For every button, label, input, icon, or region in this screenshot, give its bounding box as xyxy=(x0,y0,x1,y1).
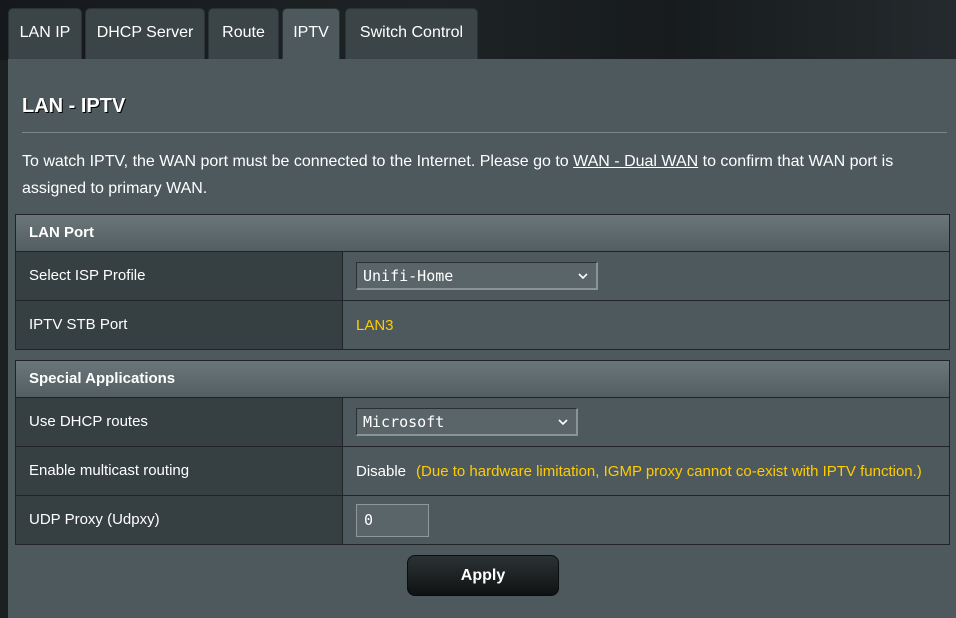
dhcp-routes-selected: Microsoft xyxy=(363,413,445,431)
tab-dhcp-server[interactable]: DHCP Server xyxy=(85,8,205,59)
lan-port-heading: LAN Port xyxy=(16,215,949,252)
udpxy-row: UDP Proxy (Udpxy) 0 xyxy=(16,496,949,544)
apply-button[interactable]: Apply xyxy=(407,555,559,596)
dhcp-routes-label: Use DHCP routes xyxy=(16,398,343,446)
wan-dual-wan-link[interactable]: WAN - Dual WAN xyxy=(573,153,698,170)
chevron-down-icon xyxy=(558,419,568,426)
lan-port-table: LAN Port Select ISP Profile Unifi-Home I… xyxy=(15,214,950,350)
multicast-row: Enable multicast routing Disable (Due to… xyxy=(16,447,949,496)
page-description: To watch IPTV, the WAN port must be conn… xyxy=(22,148,942,202)
isp-profile-row: Select ISP Profile Unifi-Home xyxy=(16,252,949,301)
multicast-note: (Due to hardware limitation, IGMP proxy … xyxy=(416,462,922,480)
special-applications-heading: Special Applications xyxy=(16,361,949,398)
multicast-label: Enable multicast routing xyxy=(16,447,343,495)
chevron-down-icon xyxy=(578,273,588,280)
udpxy-label: UDP Proxy (Udpxy) xyxy=(16,496,343,544)
tab-lan-ip[interactable]: LAN IP xyxy=(8,8,82,59)
title-divider xyxy=(22,132,947,133)
page-title: LAN - IPTV xyxy=(22,95,126,117)
udpxy-input[interactable]: 0 xyxy=(356,503,429,537)
special-applications-table: Special Applications Use DHCP routes Mic… xyxy=(15,360,950,545)
stb-port-label: IPTV STB Port xyxy=(16,301,343,349)
stb-port-row: IPTV STB Port LAN3 xyxy=(16,301,949,349)
tab-iptv[interactable]: IPTV xyxy=(282,8,340,59)
tab-route[interactable]: Route xyxy=(208,8,279,59)
isp-profile-select[interactable]: Unifi-Home xyxy=(356,262,598,290)
isp-profile-label: Select ISP Profile xyxy=(16,252,343,300)
description-text: To watch IPTV, the WAN port must be conn… xyxy=(22,153,574,170)
dhcp-routes-select[interactable]: Microsoft xyxy=(356,408,578,436)
multicast-value: Disable xyxy=(356,462,407,480)
content-panel: LAN - IPTV To watch IPTV, the WAN port m… xyxy=(8,59,956,618)
isp-profile-selected: Unifi-Home xyxy=(363,267,454,285)
dhcp-routes-row: Use DHCP routes Microsoft xyxy=(16,398,949,447)
stb-port-value: LAN3 xyxy=(356,316,394,334)
tab-switch-control[interactable]: Switch Control xyxy=(345,8,478,59)
